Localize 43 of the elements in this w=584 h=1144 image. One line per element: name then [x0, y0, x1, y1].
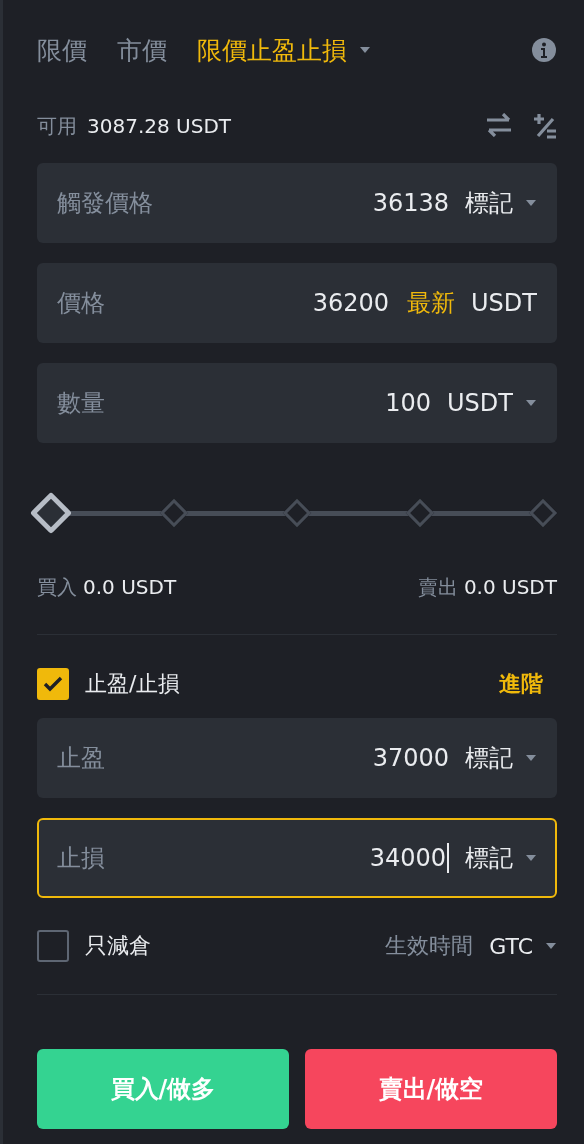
input-field[interactable]: 止損 34000 標記: [37, 818, 557, 898]
field-label: 數量: [57, 388, 106, 419]
time-in-force-selector[interactable]: GTC: [489, 933, 533, 959]
unit-selector: USDT: [471, 289, 537, 317]
unit-selector[interactable]: 標記: [465, 842, 513, 874]
available-label: 可用: [37, 112, 77, 140]
order-type-tab[interactable]: 市價: [117, 33, 167, 67]
unit-selector[interactable]: 標記: [465, 187, 513, 219]
text-cursor: [447, 843, 449, 873]
checkbox-label: 止盈/止損: [85, 670, 181, 698]
field-value: 37000: [372, 744, 449, 772]
input-field[interactable]: 觸發價格 36138 標記: [37, 163, 557, 243]
total-value: 0.0 USDT: [83, 575, 177, 599]
checkmark-icon: [43, 676, 63, 692]
transfer-icon[interactable]: [485, 113, 513, 137]
calculator-icon[interactable]: [533, 113, 557, 139]
unit-selector[interactable]: 標記: [465, 742, 513, 774]
unit-selector[interactable]: USDT: [447, 389, 513, 417]
checkbox[interactable]: [37, 668, 69, 700]
total-label: 買入: [37, 573, 77, 601]
checkbox-label: 只減倉: [85, 932, 151, 960]
field-value: 34000: [369, 844, 446, 872]
order-type-tab[interactable]: 限價: [37, 33, 87, 67]
sell-button[interactable]: 賣出/做空: [305, 1049, 557, 1129]
available-balance: 3087.28 USDT: [87, 114, 231, 138]
info-icon[interactable]: [531, 37, 557, 63]
time-in-force-label: 生效時間: [385, 932, 474, 960]
total-value: 0.0 USDT: [463, 575, 557, 599]
input-field[interactable]: 止盈 37000 標記: [37, 718, 557, 798]
total-label: 賣出: [417, 573, 458, 601]
input-field[interactable]: 價格 36200 最新 USDT: [37, 263, 557, 343]
field-value: 36138: [372, 189, 449, 217]
advanced-link[interactable]: 進階: [499, 669, 543, 699]
field-value: 36200: [312, 289, 390, 317]
input-field[interactable]: 數量 100 USDT: [37, 363, 557, 443]
checkbox[interactable]: [37, 930, 69, 962]
field-label: 止盈: [57, 743, 106, 774]
field-label: 止損: [57, 843, 106, 874]
latest-link[interactable]: 最新: [407, 287, 456, 319]
field-label: 價格: [57, 288, 106, 319]
order-type-tab[interactable]: 限價止盈止損: [197, 33, 347, 67]
field-value: 100: [385, 389, 432, 417]
field-label: 觸發價格: [57, 188, 154, 219]
